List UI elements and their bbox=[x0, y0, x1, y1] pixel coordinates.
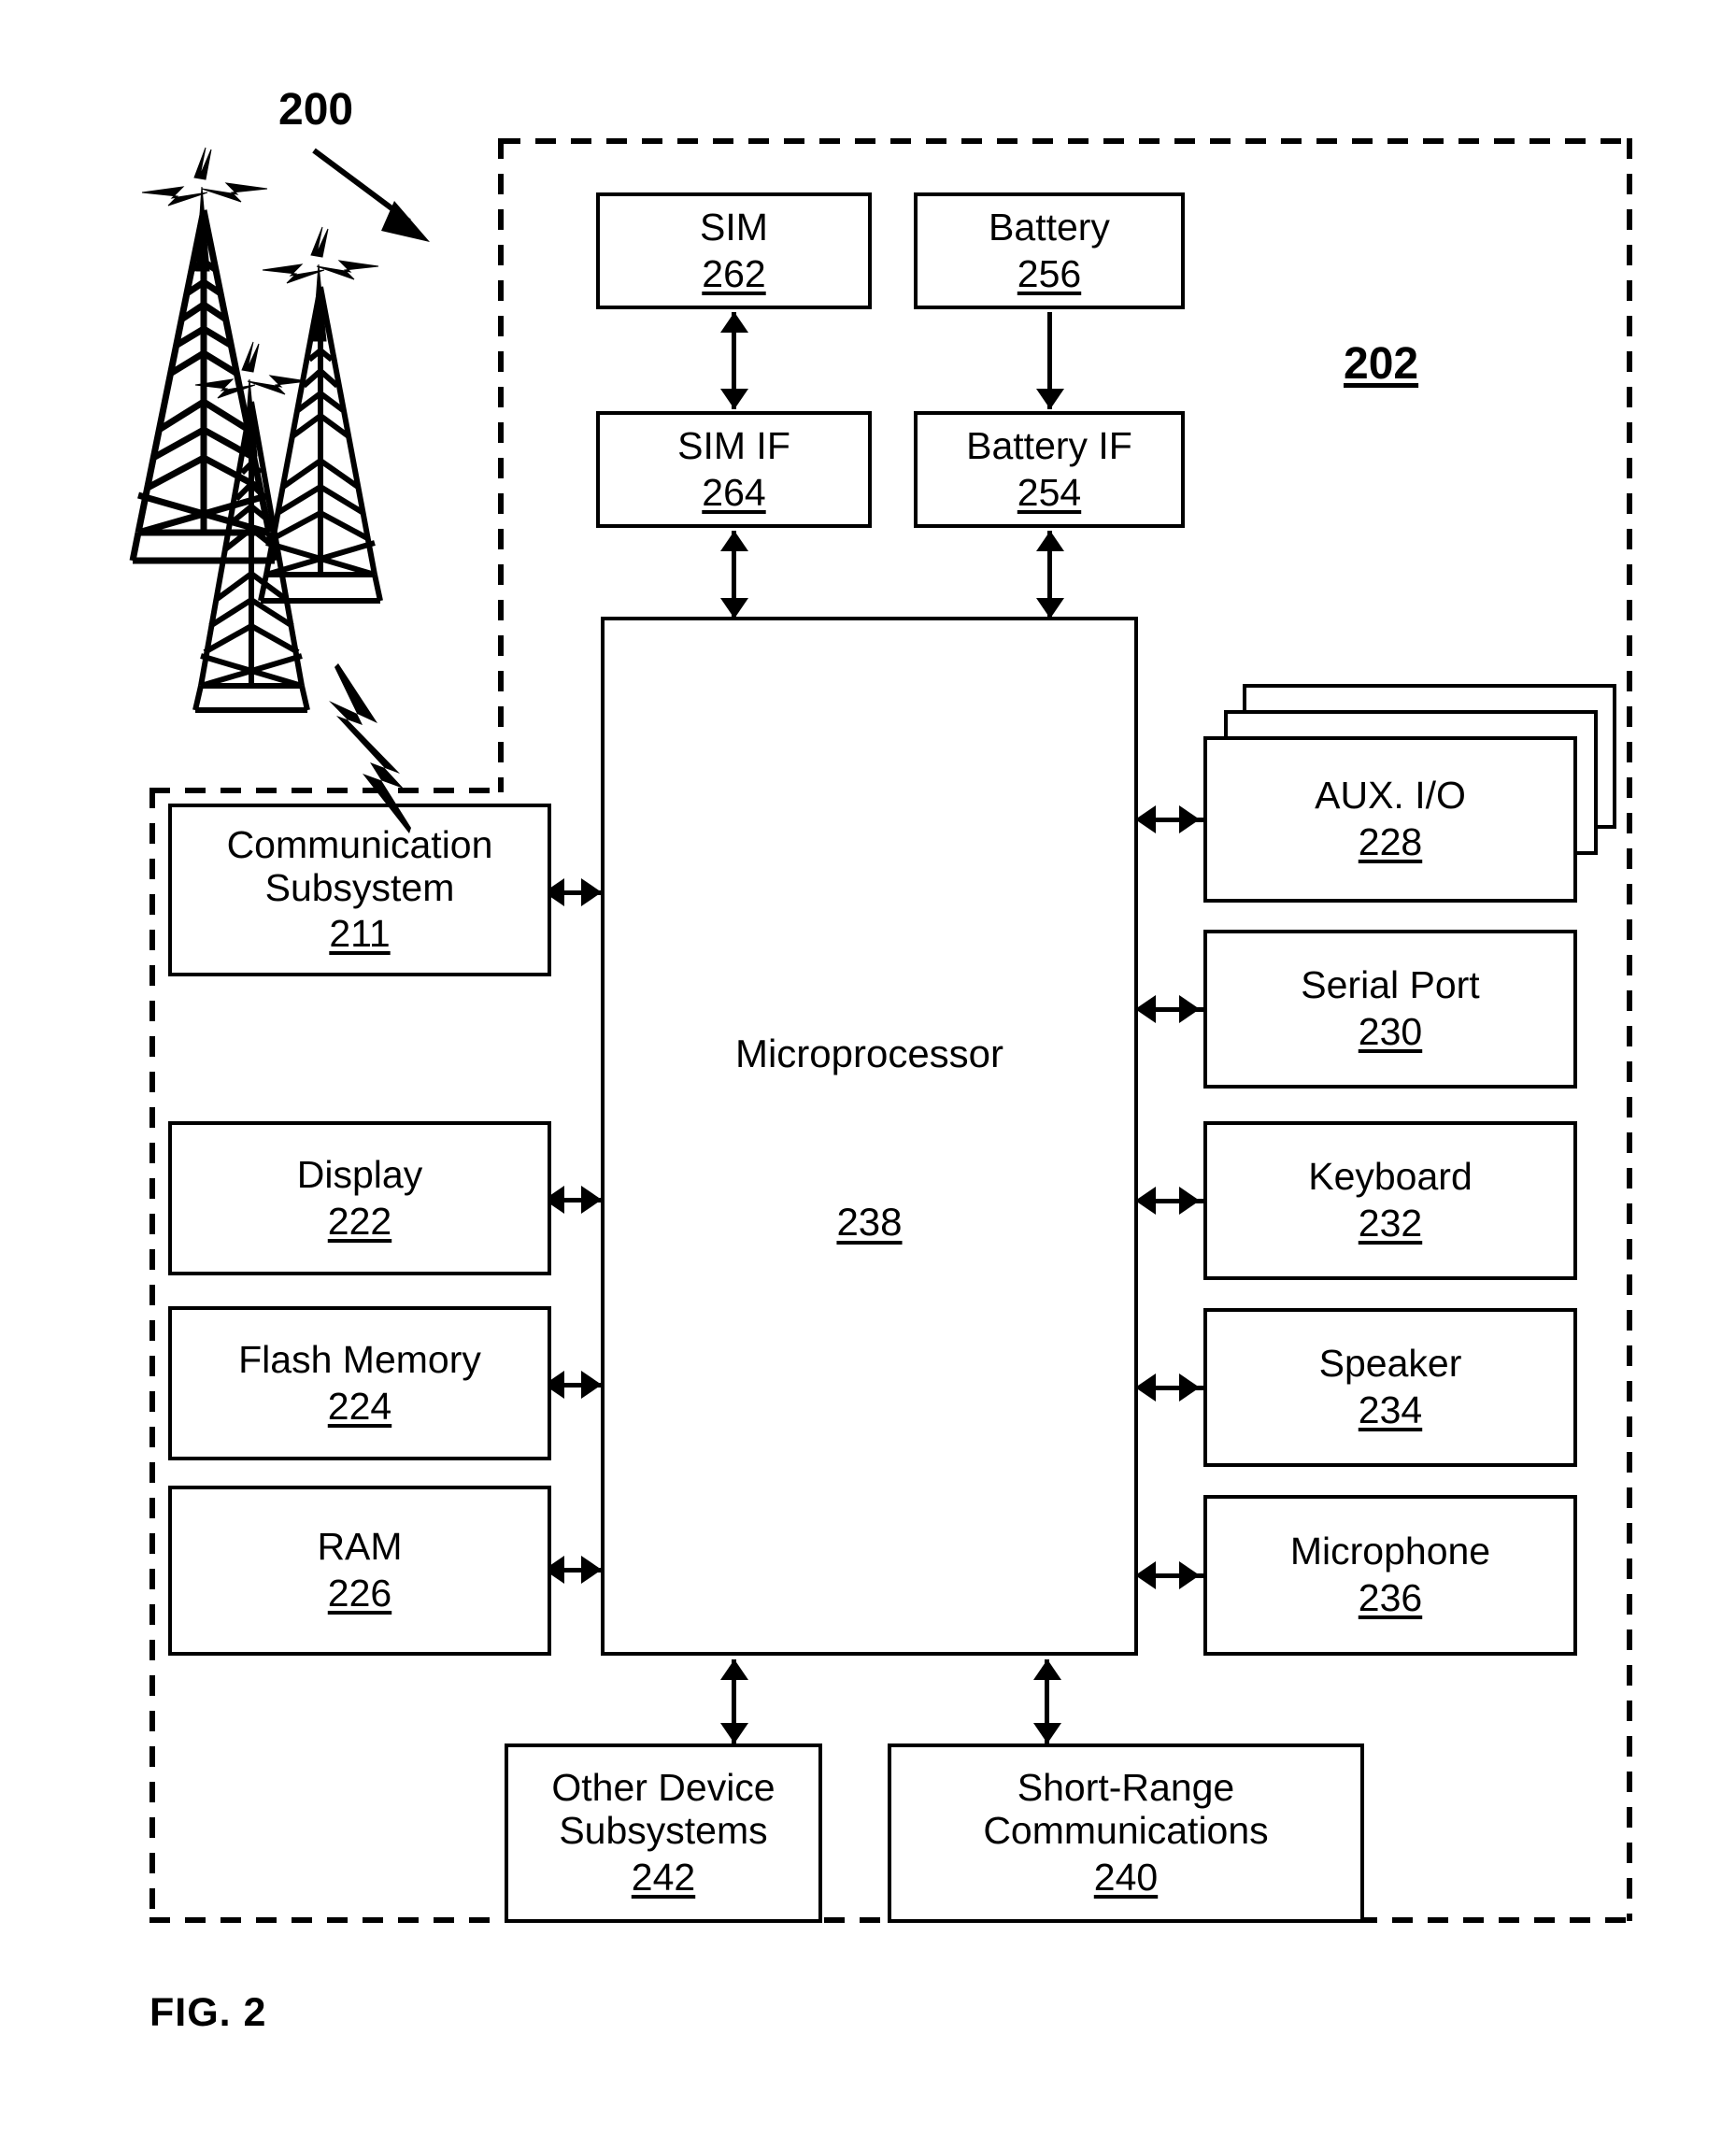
block-serial-port-label: Serial Port bbox=[1301, 963, 1480, 1007]
link-comm-mp-arrow-right bbox=[581, 878, 602, 906]
link-mp-otherdevice-arrow-up bbox=[720, 1659, 748, 1680]
block-sim-if[interactable]: SIM IF 264 bbox=[596, 411, 872, 528]
patent-figure-page: 200 202 SIM 262 Battery 256 SIM IF 264 B… bbox=[0, 0, 1736, 2149]
link-battery-batteryif-arrow-down bbox=[1036, 389, 1064, 409]
link-mp-microphone-arrow-left bbox=[1135, 1561, 1156, 1589]
block-sim-ref: 262 bbox=[702, 251, 766, 295]
link-mp-keyboard-arrow-left bbox=[1135, 1187, 1156, 1215]
link-mp-speaker-arrow-right bbox=[1179, 1373, 1200, 1402]
block-battery[interactable]: Battery 256 bbox=[914, 192, 1185, 309]
block-keyboard[interactable]: Keyboard 232 bbox=[1203, 1121, 1577, 1280]
link-sim-simif-arrow-up bbox=[720, 312, 748, 333]
block-sim-if-label: SIM IF bbox=[677, 423, 790, 467]
block-sim-label: SIM bbox=[700, 205, 768, 249]
block-flash-memory-ref: 224 bbox=[327, 1384, 392, 1428]
block-aux-io-ref: 228 bbox=[1358, 820, 1423, 863]
block-battery-if[interactable]: Battery IF 254 bbox=[914, 411, 1185, 528]
block-other-device-subsystems-label: Other Device Subsystems bbox=[551, 1766, 776, 1853]
link-mp-microphone-arrow-right bbox=[1179, 1561, 1200, 1589]
block-battery-if-ref: 254 bbox=[1017, 470, 1082, 514]
block-aux-io[interactable]: AUX. I/O 228 bbox=[1203, 736, 1577, 903]
block-ram-label: RAM bbox=[317, 1525, 403, 1569]
block-serial-port-ref: 230 bbox=[1358, 1010, 1423, 1053]
block-keyboard-label: Keyboard bbox=[1308, 1155, 1473, 1199]
figure-caption: FIG. 2 bbox=[149, 1990, 267, 2035]
block-flash-memory-label: Flash Memory bbox=[238, 1337, 481, 1381]
block-display[interactable]: Display 222 bbox=[168, 1121, 551, 1275]
link-simif-mp-arrow-down bbox=[720, 598, 748, 619]
block-battery-if-label: Battery IF bbox=[966, 423, 1132, 467]
block-keyboard-ref: 232 bbox=[1358, 1202, 1423, 1245]
block-speaker-ref: 234 bbox=[1358, 1388, 1423, 1431]
callout-200: 200 bbox=[278, 85, 354, 135]
block-display-label: Display bbox=[296, 1152, 423, 1196]
link-batteryif-mp-arrow-up bbox=[1036, 531, 1064, 551]
link-mp-serialport-arrow-left bbox=[1135, 995, 1156, 1023]
block-microphone[interactable]: Microphone 236 bbox=[1203, 1495, 1577, 1656]
link-mp-speaker-arrow-left bbox=[1135, 1373, 1156, 1402]
link-ram-mp-arrow-right bbox=[581, 1556, 602, 1584]
block-ram-ref: 226 bbox=[327, 1572, 392, 1615]
link-mp-serialport-arrow-right bbox=[1179, 995, 1200, 1023]
block-flash-memory[interactable]: Flash Memory 224 bbox=[168, 1306, 551, 1460]
enclosure-edge-right bbox=[1627, 138, 1632, 1921]
block-microprocessor[interactable]: Microprocessor 238 bbox=[601, 617, 1138, 1656]
block-ram[interactable]: RAM 226 bbox=[168, 1486, 551, 1656]
lightning-bolt-icon bbox=[280, 663, 467, 841]
link-simif-mp-arrow-up bbox=[720, 531, 748, 551]
link-batteryif-mp-arrow-down bbox=[1036, 598, 1064, 619]
block-other-device-subsystems-ref: 242 bbox=[631, 1855, 696, 1899]
callout-200-lead-arrow bbox=[308, 145, 448, 257]
link-mp-auxio-arrow-left bbox=[1135, 805, 1156, 833]
link-sim-simif-arrow-down bbox=[720, 389, 748, 409]
block-sim-if-ref: 264 bbox=[702, 470, 766, 514]
link-mp-shortrange-arrow-down bbox=[1033, 1723, 1061, 1743]
block-sim[interactable]: SIM 262 bbox=[596, 192, 872, 309]
link-display-mp-arrow-right bbox=[581, 1186, 602, 1214]
enclosure-edge-top bbox=[500, 138, 1632, 144]
block-microphone-label: Microphone bbox=[1289, 1530, 1491, 1573]
block-microprocessor-label: Microprocessor bbox=[734, 1032, 1004, 1075]
block-microphone-ref: 236 bbox=[1358, 1576, 1423, 1619]
block-short-range-communications-label: Short-Range Communications bbox=[983, 1766, 1269, 1853]
block-microprocessor-ref: 238 bbox=[836, 1200, 903, 1244]
block-short-range-communications[interactable]: Short-Range Communications 240 bbox=[888, 1743, 1364, 1923]
block-display-ref: 222 bbox=[327, 1199, 392, 1243]
callout-202: 202 bbox=[1344, 339, 1419, 389]
block-other-device-subsystems[interactable]: Other Device Subsystems 242 bbox=[505, 1743, 822, 1923]
block-short-range-communications-ref: 240 bbox=[1093, 1855, 1159, 1899]
link-flash-mp-arrow-right bbox=[581, 1371, 602, 1399]
link-mp-shortrange-arrow-up bbox=[1033, 1659, 1061, 1680]
link-mp-keyboard-arrow-right bbox=[1179, 1187, 1200, 1215]
link-mp-otherdevice-arrow-down bbox=[720, 1723, 748, 1743]
block-speaker[interactable]: Speaker 234 bbox=[1203, 1308, 1577, 1467]
block-communication-subsystem-ref: 211 bbox=[329, 912, 391, 956]
link-mp-auxio-arrow-right bbox=[1179, 805, 1200, 833]
block-serial-port[interactable]: Serial Port 230 bbox=[1203, 930, 1577, 1089]
block-speaker-label: Speaker bbox=[1318, 1342, 1462, 1386]
block-battery-label: Battery bbox=[989, 205, 1110, 249]
block-aux-io-label: AUX. I/O bbox=[1315, 774, 1466, 818]
enclosure-edge-left-lower bbox=[149, 788, 155, 1921]
block-battery-ref: 256 bbox=[1017, 251, 1082, 295]
